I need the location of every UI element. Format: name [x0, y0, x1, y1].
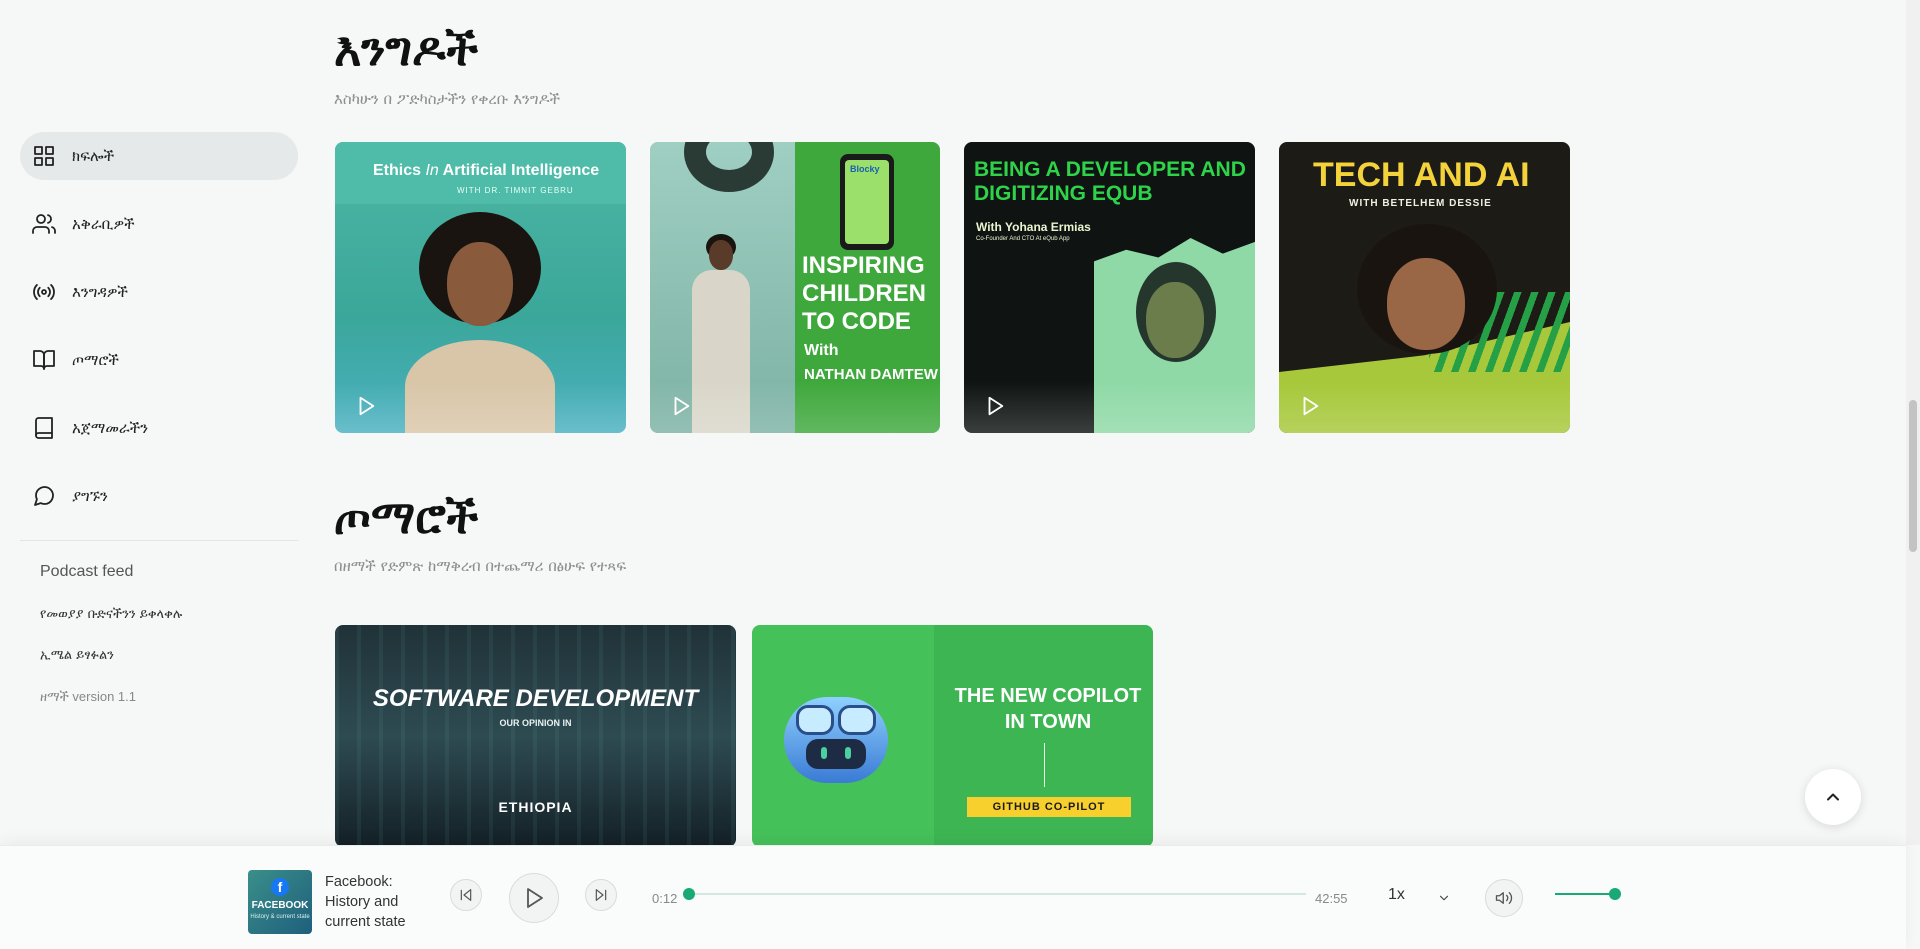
- card-title-part: Ethics: [373, 162, 422, 179]
- play-icon: [527, 888, 543, 908]
- blog-card[interactable]: SOFTWARE DEVELOPMENT OUR OPINION IN ETHI…: [335, 625, 736, 847]
- blog-place: ETHIOPIA: [498, 799, 573, 815]
- card-title: INSPIRING CHILDREN TO CODE: [802, 252, 926, 335]
- track-title: Facebook: History and current state: [325, 874, 406, 930]
- book-open-icon: [33, 350, 55, 370]
- sidebar-item-label: አጀማመራችን: [72, 419, 149, 437]
- join-group-link[interactable]: የመወያያ ቡድናችንን ይቀላቀሉ: [20, 607, 298, 622]
- next-button[interactable]: [585, 879, 617, 911]
- volume-knob[interactable]: [1609, 888, 1621, 900]
- users-icon: [32, 214, 56, 234]
- playback-speed[interactable]: 1x: [1388, 886, 1405, 904]
- book-icon: [35, 417, 53, 439]
- artwork-title: FACEBOOK: [251, 900, 309, 911]
- blogs-section-title: ጦማሮች: [334, 490, 479, 544]
- blog-card[interactable]: THE NEW COPILOT IN TOWN GITHUB CO-PILOT: [752, 625, 1153, 847]
- sidebar-item-label: እንግዳዎች: [72, 283, 129, 301]
- chevron-down-icon[interactable]: [1437, 890, 1451, 904]
- progress-bar[interactable]: [683, 888, 1306, 900]
- play-icon[interactable]: [355, 395, 377, 417]
- sidebar-item-blogs[interactable]: ጦማሮች: [20, 336, 298, 384]
- message-circle-icon: [34, 486, 54, 506]
- play-button[interactable]: [509, 873, 559, 923]
- track-artwork: f FACEBOOK History & current state: [248, 870, 312, 934]
- card-title: BEING A DEVELOPER AND DIGITIZING EQUB: [974, 158, 1246, 205]
- skip-forward-icon: [595, 889, 607, 901]
- facebook-icon: f: [271, 878, 289, 896]
- blog-title: SOFTWARE DEVELOPMENT: [372, 685, 699, 712]
- play-icon[interactable]: [670, 395, 692, 417]
- copilot-icon: [776, 687, 896, 783]
- volume-icon: [1495, 892, 1513, 904]
- card-title-part: Artificial Intelligence: [442, 162, 600, 179]
- card-with-label: With: [804, 342, 839, 359]
- email-us-link[interactable]: ኢሜል ይፃፉልን: [20, 648, 298, 663]
- card-with-label: With Yohana Ermias: [976, 220, 1091, 234]
- blog-tag: GITHUB CO-PILOT: [967, 797, 1131, 817]
- card-app-name: Blocky: [850, 164, 880, 174]
- card-title-part: In: [425, 162, 439, 179]
- previous-button[interactable]: [450, 879, 482, 911]
- volume-slider[interactable]: [1555, 888, 1621, 900]
- grid-icon: [34, 146, 54, 166]
- guest-card[interactable]: TECH AND AI WITH BETELHEM DESSIE: [1279, 142, 1570, 433]
- skip-back-icon: [460, 889, 472, 901]
- blog-subtitle: OUR OPINION IN: [499, 718, 572, 728]
- progress-knob[interactable]: [683, 888, 696, 900]
- sidebar-item-label: ጦማሮች: [72, 351, 120, 369]
- radio-icon: [33, 284, 55, 300]
- sidebar-item-label: ክፍሎች: [72, 147, 115, 165]
- card-subtitle: WITH BETELHEM DESSIE: [1349, 198, 1492, 209]
- blog-title: THE NEW COPILOT IN TOWN: [954, 685, 1142, 733]
- sidebar-item-label: አቅራቢዎች: [72, 215, 135, 233]
- sidebar-item-label: ያግኙን: [72, 487, 108, 505]
- card-subtitle: Co-Founder And CTO At eQub App: [976, 236, 1070, 242]
- card-title: TECH AND AI: [1313, 156, 1530, 194]
- scroll-to-top-button[interactable]: [1805, 769, 1861, 825]
- sidebar: ክፍሎች አቅራቢዎች እንግዳዎች ጦማሮች አጀማመራችን ያግኙን Pod…: [20, 132, 298, 705]
- blogs-section-subtitle: በዘማች የድምጽ ከማቅረብ በተጨማሪ በፅሁፍ የተጻፍ: [334, 557, 627, 575]
- guest-card[interactable]: BEING A DEVELOPER AND DIGITIZING EQUB Wi…: [964, 142, 1255, 433]
- sidebar-divider: [20, 540, 298, 541]
- chevron-up-icon: [1827, 793, 1839, 801]
- guests-section-subtitle: እስካሁን በ ፖድካስታችን የቀረቡ እንግዶች: [334, 90, 561, 108]
- sidebar-item-hosts[interactable]: አቅራቢዎች: [20, 200, 298, 248]
- mute-button[interactable]: [1485, 879, 1523, 917]
- guest-card[interactable]: Ethics In Artificial Intelligence WITH D…: [335, 142, 626, 433]
- sidebar-item-guests[interactable]: እንግዳዎች: [20, 268, 298, 316]
- play-icon[interactable]: [1299, 395, 1321, 417]
- sidebar-item-about[interactable]: አጀማመራችን: [20, 404, 298, 452]
- sidebar-item-contact[interactable]: ያግኙን: [20, 472, 298, 520]
- duration: 42:55: [1315, 891, 1348, 906]
- scrollbar-thumb[interactable]: [1909, 400, 1917, 552]
- page-scrollbar[interactable]: [1906, 0, 1920, 845]
- version-label: ዘማች version 1.1: [40, 689, 136, 704]
- podcast-feed-heading: Podcast feed: [40, 563, 134, 580]
- artwork-subtitle: History & current state: [250, 914, 310, 920]
- card-subtitle: WITH DR. TIMNIT GEBRU: [457, 186, 574, 195]
- guests-section-title: እንግዶች: [334, 22, 479, 76]
- sidebar-item-episodes[interactable]: ክፍሎች: [20, 132, 298, 180]
- current-time: 0:12: [652, 891, 678, 906]
- volume-fill: [1555, 893, 1615, 895]
- audio-player: f FACEBOOK History & current state Faceb…: [0, 845, 1906, 949]
- play-icon[interactable]: [984, 395, 1006, 417]
- guest-card[interactable]: Blocky INSPIRING CHILDREN TO CODE With N…: [650, 142, 940, 433]
